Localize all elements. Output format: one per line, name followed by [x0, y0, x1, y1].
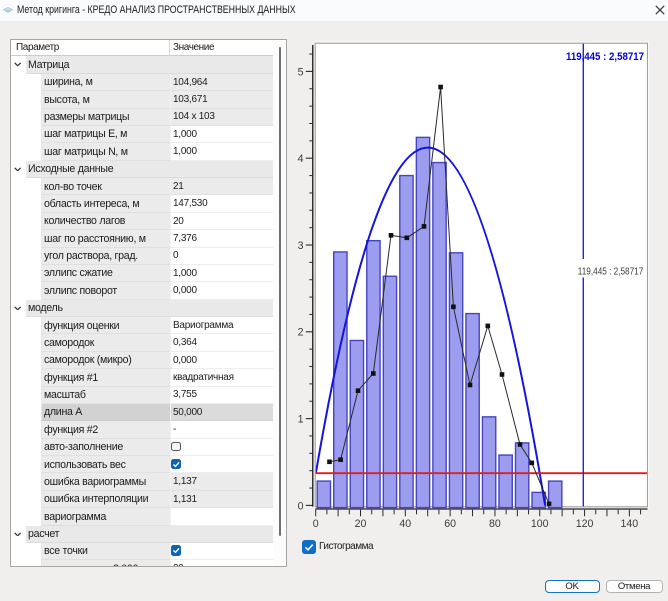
svg-text:4: 4	[298, 153, 304, 165]
svg-text:5: 5	[298, 66, 304, 78]
svg-text:80: 80	[489, 518, 501, 530]
svg-text:140: 140	[621, 518, 639, 530]
svg-text:60: 60	[444, 518, 456, 530]
svg-text:1: 1	[298, 414, 304, 426]
svg-text:119,445 : 2,58717: 119,445 : 2,58717	[578, 266, 644, 278]
svg-text:100: 100	[531, 518, 549, 530]
svg-text:3: 3	[298, 240, 304, 252]
svg-text:40: 40	[399, 518, 411, 530]
svg-text:119,445 : 2,58717: 119,445 : 2,58717	[566, 51, 644, 63]
svg-text:2: 2	[298, 327, 304, 339]
svg-text:0: 0	[298, 500, 304, 512]
svg-text:120: 120	[576, 518, 594, 530]
svg-text:20: 20	[355, 518, 367, 530]
svg-text:0: 0	[313, 518, 319, 530]
